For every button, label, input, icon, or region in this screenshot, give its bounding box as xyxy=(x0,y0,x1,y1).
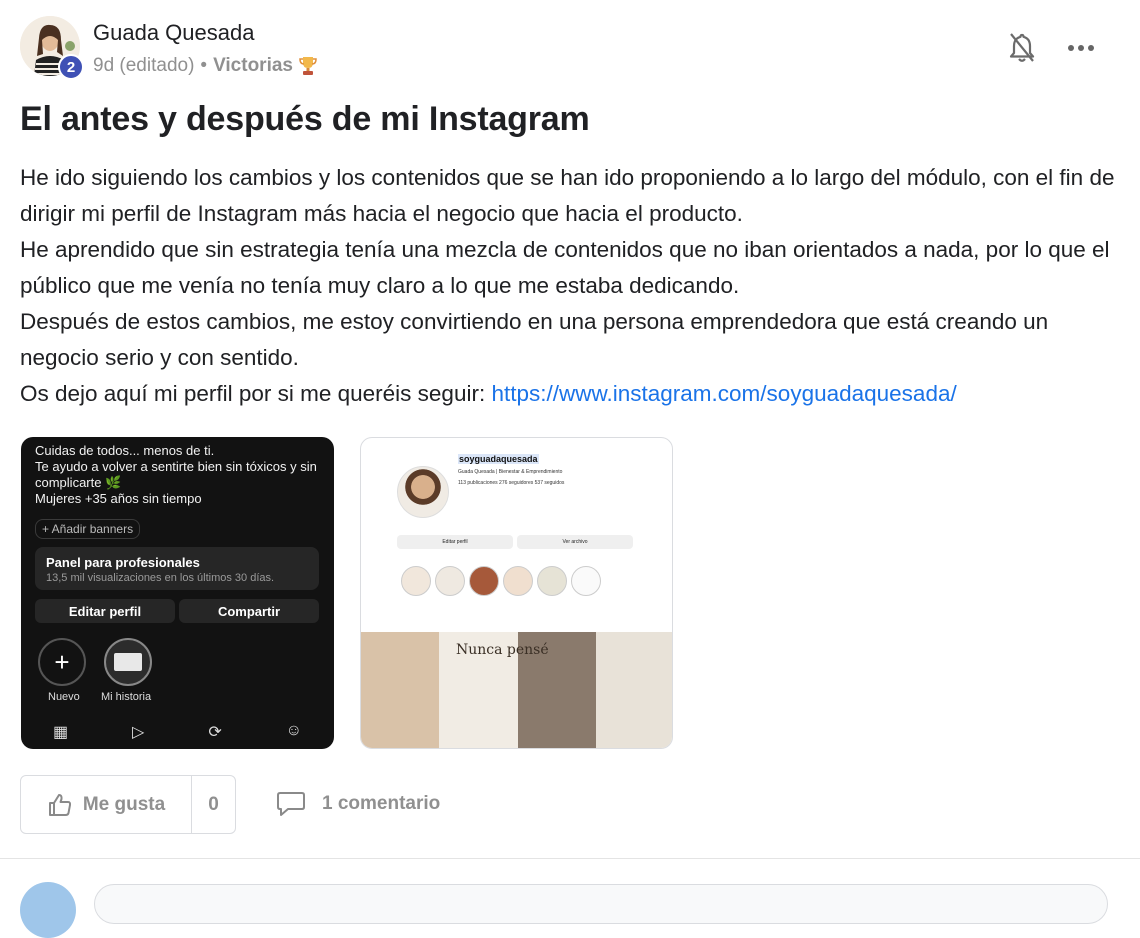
highlight-circle xyxy=(503,566,533,596)
before-tab-icons: ▦ ▷ ⟳ ☺ xyxy=(21,722,334,742)
post-time: 9d (editado) xyxy=(93,55,195,76)
bio-line: complicarte 🌿 xyxy=(35,475,122,490)
link-intro: Os dejo aquí mi perfil por si me queréis… xyxy=(20,381,492,406)
before-share: Compartir xyxy=(179,599,319,623)
tagged-icon: ☺ xyxy=(285,722,303,739)
bio-line: Te ayudo a volver a sentirte bien sin tó… xyxy=(35,459,317,474)
new-story-circle: + xyxy=(38,638,86,686)
add-banners: + Añadir banners xyxy=(35,519,141,539)
highlight-circle xyxy=(571,566,601,596)
photo-tile xyxy=(361,632,440,748)
after-handle: soyguadaquesada xyxy=(458,454,539,464)
section-divider xyxy=(0,858,1140,859)
thumbs-up-icon xyxy=(48,793,71,816)
story-label: Mi historia xyxy=(101,691,152,703)
image-after[interactable]: soyguadaquesada Guada Quesada | Bienesta… xyxy=(360,437,673,749)
repost-icon: ⟳ xyxy=(208,724,222,741)
post-body: He ido siguiendo los cambios y los conte… xyxy=(20,160,1125,412)
post-meta: 9d (editado) • Victorias xyxy=(93,55,317,77)
author-name[interactable]: Guada Quesada xyxy=(93,20,254,46)
comment-input[interactable] xyxy=(94,884,1108,924)
highlight-circle xyxy=(469,566,499,596)
after-view-archive: Ver archivo xyxy=(517,535,633,549)
pro-panel-sub: 13,5 mil visualizaciones en los últimos … xyxy=(46,572,275,584)
after-subtitle: Guada Quesada | Bienestar & Emprendimien… xyxy=(458,469,563,475)
bio-line: Cuidas de todos... menos de ti. xyxy=(35,443,215,458)
pro-panel-title: Panel para profesionales xyxy=(46,555,200,570)
more-horizontal-icon[interactable] xyxy=(1066,38,1096,58)
before-edit-profile: Editar perfil xyxy=(35,599,175,623)
trophy-icon xyxy=(299,56,317,76)
after-stats: 113 publicaciones 276 seguidores 537 seg… xyxy=(458,480,565,486)
bio-line: Mujeres +35 años sin tiempo xyxy=(35,491,202,506)
post-paragraph-link: Os dejo aquí mi perfil por si me queréis… xyxy=(20,376,1125,412)
post-title: El antes y después de mi Instagram xyxy=(20,100,590,138)
instagram-link[interactable]: https://www.instagram.com/soyguadaquesad… xyxy=(491,381,956,406)
post-category[interactable]: Victorias xyxy=(213,55,293,77)
before-bio: Cuidas de todos... menos de ti. Te ayudo… xyxy=(35,443,317,507)
like-label: Me gusta xyxy=(82,793,166,815)
current-user-avatar xyxy=(20,882,76,938)
meta-separator: • xyxy=(200,55,208,76)
post-paragraph: Después de estos cambios, me estoy convi… xyxy=(20,309,1049,370)
level-badge: 2 xyxy=(58,54,84,80)
after-avatar xyxy=(397,466,449,518)
highlight-circle xyxy=(537,566,567,596)
comments-label: 1 comentario xyxy=(322,793,441,814)
post-paragraph: He ido siguiendo los cambios y los conte… xyxy=(20,165,1115,226)
like-button[interactable]: Me gusta xyxy=(21,776,192,833)
like-count[interactable]: 0 xyxy=(192,776,235,833)
post-paragraph: He aprendido que sin estrategia tenía un… xyxy=(20,237,1110,298)
highlight-circle xyxy=(401,566,431,596)
comments-button[interactable]: 1 comentario xyxy=(276,790,440,818)
bell-off-icon[interactable] xyxy=(1008,32,1036,64)
grid-icon: ▦ xyxy=(52,724,69,741)
my-story-circle xyxy=(104,638,152,686)
like-control: Me gusta 0 xyxy=(20,775,236,834)
reels-icon: ▷ xyxy=(132,724,145,741)
pro-panel: Panel para profesionales 13,5 mil visual… xyxy=(35,547,319,590)
comment-icon xyxy=(277,792,305,816)
author-avatar-wrap[interactable]: 2 xyxy=(20,16,84,80)
new-label: Nuevo xyxy=(48,691,80,703)
after-edit-profile: Editar perfil xyxy=(397,535,513,549)
after-overlay-text: Nunca pensé xyxy=(456,642,549,658)
photo-tile xyxy=(595,632,672,748)
highlight-circle xyxy=(435,566,465,596)
image-before[interactable]: Cuidas de todos... menos de ti. Te ayudo… xyxy=(21,437,334,749)
